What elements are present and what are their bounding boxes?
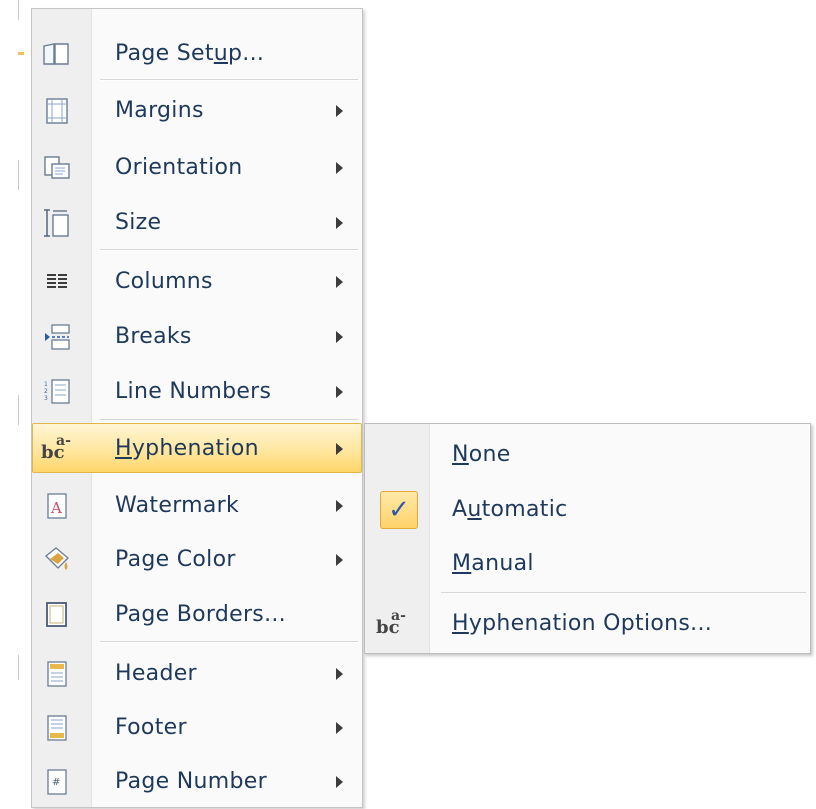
page-borders-icon	[39, 601, 75, 629]
menu-item-breaks[interactable]: Breaks	[33, 312, 361, 362]
menu-item-page-number[interactable]: # Page Number	[33, 757, 361, 807]
menu-item-margins[interactable]: Margins	[33, 86, 361, 136]
svg-text:2: 2	[44, 388, 48, 395]
document-edge	[18, 395, 19, 425]
submenu-arrow-icon	[336, 105, 343, 117]
label-text: Page Set	[115, 41, 214, 66]
menu-item-label: Page Color	[115, 547, 236, 572]
size-icon	[39, 209, 75, 237]
menu-item-label: Columns	[115, 269, 213, 294]
page-number-icon: #	[39, 768, 75, 796]
submenu-arrow-icon	[336, 331, 343, 343]
document-edge-marker	[18, 52, 24, 55]
document-edge	[18, 160, 19, 190]
line-numbers-icon: 123	[39, 378, 75, 406]
menu-item-footer[interactable]: Footer	[33, 703, 361, 753]
orientation-icon	[39, 154, 75, 182]
menu-item-page-borders[interactable]: Page Borders...	[33, 590, 361, 640]
menu-item-hyphenation[interactable]: bc a- Hyphenation	[32, 423, 362, 473]
label-text: yphenation Options...	[468, 611, 713, 636]
submenu-separator	[441, 592, 806, 593]
label-access-key: H	[452, 611, 469, 636]
hyphenation-icon: bc a-	[41, 433, 71, 463]
svg-text:3: 3	[44, 395, 48, 402]
submenu-arrow-icon	[336, 668, 343, 680]
menu-item-label: Margins	[115, 98, 204, 123]
submenu-item-label: Automatic	[452, 484, 568, 536]
menu-item-page-color[interactable]: Page Color	[33, 535, 361, 585]
menu-item-label: Page Number	[115, 769, 267, 794]
label-access-key: u	[467, 497, 482, 522]
submenu-item-label: None	[452, 429, 511, 481]
submenu-arrow-icon	[336, 276, 343, 288]
hyphenation-submenu: None ✓ Automatic Manual bc a- Hyphenatio…	[364, 423, 811, 654]
document-edge	[18, 655, 19, 680]
submenu-arrow-icon	[336, 217, 343, 229]
submenu-arrow-icon	[336, 500, 343, 512]
header-icon	[39, 660, 75, 688]
submenu-item-label: Hyphenation Options...	[452, 598, 712, 650]
checkmark-icon: ✓	[380, 491, 418, 529]
menu-item-watermark[interactable]: A Watermark	[33, 481, 361, 531]
menu-item-label: Breaks	[115, 324, 192, 349]
submenu-arrow-icon	[336, 162, 343, 174]
breaks-icon	[39, 323, 75, 351]
label-access-key: M	[452, 551, 472, 576]
page-layout-menu: Page Setup... Margins Orientation Size C…	[31, 8, 363, 808]
menu-item-orientation[interactable]: Orientation	[33, 143, 361, 193]
page-setup-icon	[39, 40, 75, 68]
margins-icon	[39, 97, 75, 125]
menu-item-columns[interactable]: Columns	[33, 257, 361, 307]
menu-separator	[100, 249, 358, 251]
columns-icon	[39, 268, 75, 296]
submenu-item-manual[interactable]: Manual	[365, 538, 810, 590]
svg-text:A: A	[50, 499, 62, 517]
screenshot-stage: Page Setup... Margins Orientation Size C…	[0, 0, 816, 809]
menu-item-label: Hyphenation	[115, 424, 259, 474]
menu-item-page-setup[interactable]: Page Setup...	[33, 29, 361, 79]
menu-item-header[interactable]: Header	[33, 649, 361, 699]
menu-separator	[100, 641, 358, 643]
menu-item-label: Orientation	[115, 155, 243, 180]
watermark-icon: A	[39, 492, 75, 520]
label-text: p...	[228, 41, 265, 66]
checkmark-glyph: ✓	[388, 495, 410, 525]
submenu-arrow-icon	[336, 554, 343, 566]
submenu-item-label: Manual	[452, 538, 534, 590]
submenu-arrow-icon	[336, 386, 343, 398]
hyphenation-options-icon: bc a-	[376, 608, 406, 638]
menu-separator	[100, 419, 358, 421]
menu-item-label: Line Numbers	[115, 379, 272, 404]
label-text: A	[452, 497, 468, 522]
submenu-item-none[interactable]: None	[365, 429, 810, 481]
footer-icon	[39, 714, 75, 742]
page-color-icon	[39, 546, 75, 574]
label-access-key: H	[115, 436, 132, 461]
submenu-arrow-icon	[336, 443, 343, 455]
label-text: tomatic	[481, 497, 568, 522]
submenu-item-automatic[interactable]: ✓ Automatic	[365, 484, 810, 536]
submenu-item-hyphenation-options[interactable]: bc a- Hyphenation Options...	[365, 598, 810, 650]
label-text: one	[468, 442, 511, 467]
menu-item-label: Page Setup...	[115, 29, 264, 79]
svg-text:1: 1	[44, 381, 48, 388]
menu-separator	[100, 79, 358, 81]
menu-item-label: Page Borders...	[115, 602, 286, 627]
menu-item-label: Size	[115, 210, 162, 235]
submenu-arrow-icon	[336, 776, 343, 788]
label-text: anual	[471, 551, 534, 576]
document-edge	[18, 0, 19, 20]
submenu-arrow-icon	[336, 722, 343, 734]
menu-item-label: Footer	[115, 715, 187, 740]
label-access-key: u	[213, 41, 229, 66]
label-access-key: N	[452, 442, 469, 467]
menu-item-size[interactable]: Size	[33, 198, 361, 248]
menu-item-line-numbers[interactable]: 123 Line Numbers	[33, 367, 361, 417]
svg-text:#: #	[52, 777, 60, 788]
label-text: yphenation	[131, 436, 259, 461]
menu-item-label: Header	[115, 661, 197, 686]
menu-item-label: Watermark	[115, 493, 240, 518]
